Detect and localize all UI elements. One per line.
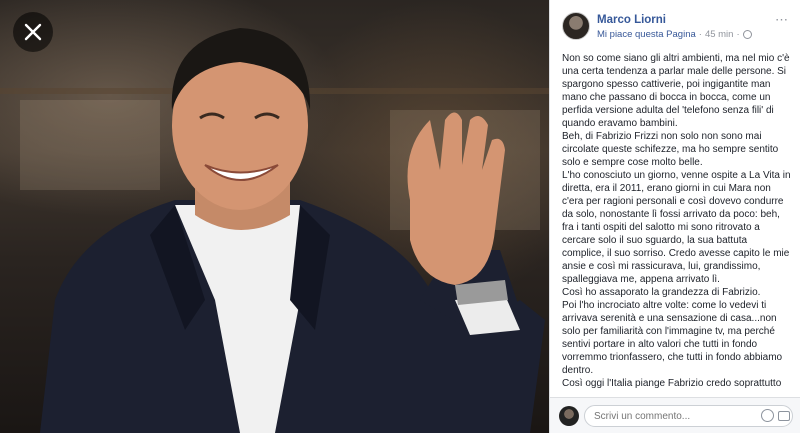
emoji-icon[interactable] [761,409,774,422]
post-paragraph: Non so come siano gli altri ambienti, ma… [562,53,790,129]
post-paragraph: Così ho assaporato la grandezza di Fabri… [562,287,761,298]
post-text: Non so come siano gli altri ambienti, ma… [562,52,791,390]
globe-icon[interactable] [742,30,752,39]
author-name[interactable]: Marco Liorni [597,14,666,26]
close-icon [24,23,42,41]
meta-separator-2: · [736,29,740,40]
comment-bar [550,397,800,433]
post-photo [40,28,545,433]
photo-viewer [0,0,549,433]
user-avatar [559,406,579,426]
author-avatar[interactable] [562,12,590,40]
post-paragraph: Beh, di Fabrizio Frizzi non solo non son… [562,131,779,168]
camera-icon[interactable] [778,411,790,421]
post-meta: Mi piace questa Pagina · 45 min · [597,29,752,40]
like-page-link[interactable]: Mi piace questa Pagina [597,29,696,40]
post-panel: Marco Liorni Mi piace questa Pagina · 45… [549,0,800,433]
post-header: Marco Liorni Mi piace questa Pagina · 45… [550,0,800,46]
meta-separator: · [698,29,702,40]
post-time[interactable]: 45 min [705,29,734,40]
more-options-icon[interactable]: ⋯ [775,12,789,28]
close-viewer-button[interactable] [13,12,53,52]
post-paragraph: L'ho conosciuto un giorno, venne ospite … [562,170,791,285]
post-paragraph: Poi l'ho incrociato altre volte: come lo… [562,300,783,376]
post-paragraph: Così oggi l'Italia piange Fabrizio credo… [562,378,782,389]
